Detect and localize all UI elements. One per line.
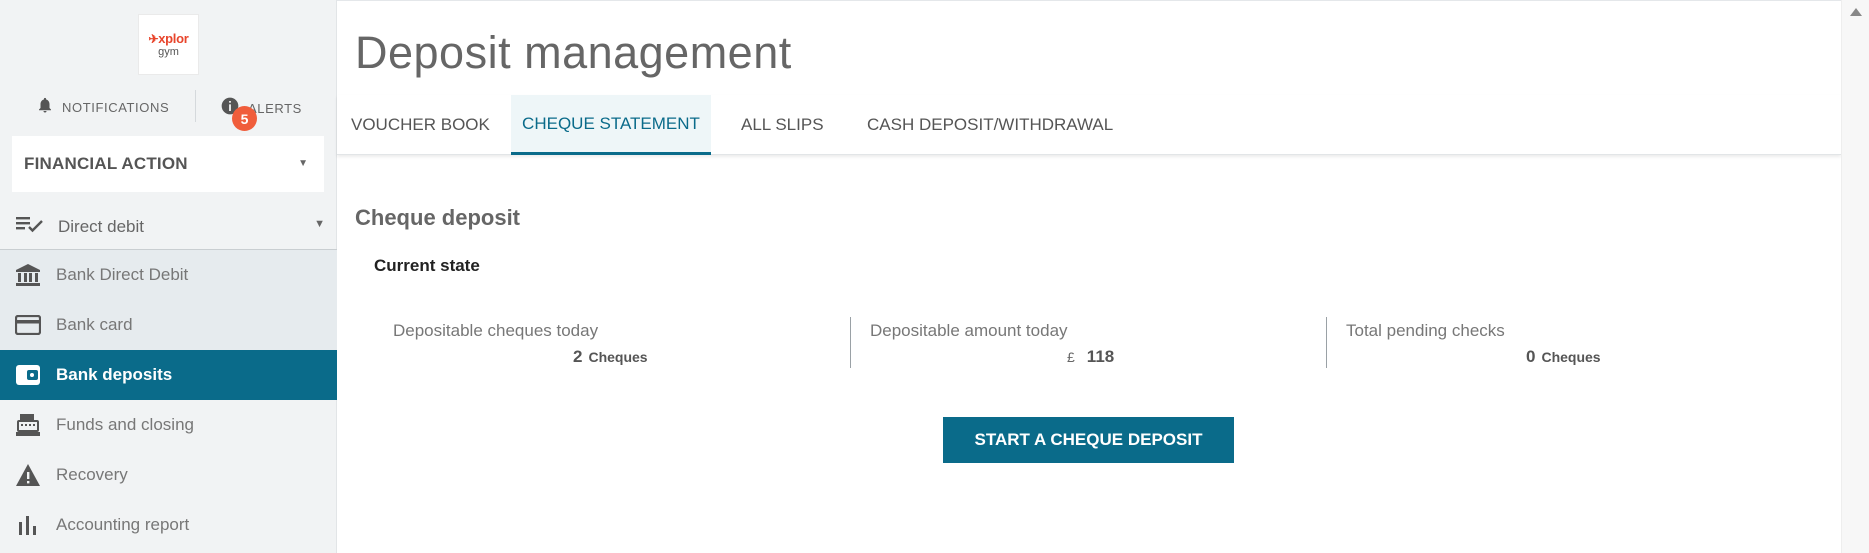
- stat-depositable-cheques: Depositable cheques today 2 Cheques: [393, 319, 833, 369]
- tab-cash-deposit-withdrawal[interactable]: CASH DEPOSIT/WITHDRAWAL: [867, 95, 1113, 155]
- sidebar-item-accounting-report[interactable]: Accounting report: [0, 500, 337, 550]
- notifications-label: NOTIFICATIONS: [62, 100, 170, 115]
- divider: [195, 90, 196, 122]
- divider: [1326, 317, 1327, 368]
- section-title: Cheque deposit: [355, 205, 521, 230]
- logo[interactable]: ✈xplor gym: [138, 14, 199, 75]
- tab-all-slips[interactable]: ALL SLIPS: [741, 95, 824, 155]
- sidebar-item-funds-and-closing[interactable]: Funds and closing: [0, 400, 337, 450]
- cash-register-icon: [14, 411, 42, 439]
- alerts-count-badge: 5: [232, 106, 257, 131]
- start-cheque-deposit-button[interactable]: START A CHEQUE DEPOSIT: [943, 417, 1234, 463]
- section-direct-debit[interactable]: Direct debit ▼: [0, 204, 337, 250]
- stat-total-pending-checks: Total pending checks 0 Cheques: [1346, 319, 1786, 369]
- credit-card-icon: [14, 311, 42, 339]
- bell-icon: [36, 96, 54, 119]
- sidebar-item-recovery[interactable]: Recovery: [0, 450, 337, 500]
- stat-label: Total pending checks: [1346, 321, 1505, 340]
- sidebar-item-bank-direct-debit[interactable]: Bank Direct Debit: [0, 250, 337, 300]
- subsection-title: Current state: [374, 256, 480, 275]
- sidebar-item-label: Funds and closing: [56, 415, 194, 434]
- sidebar-item-label: Bank Direct Debit: [56, 265, 189, 284]
- tab-bar: VOUCHER BOOK CHEQUE STATEMENT ALL SLIPS …: [337, 95, 1841, 155]
- sidebar-item-bank-card[interactable]: Bank card: [0, 300, 337, 350]
- caret-down-icon: ▼: [298, 158, 308, 169]
- sidebar-item-label: Recovery: [56, 465, 128, 484]
- stat-value: 2: [573, 347, 583, 366]
- sidebar-item-label: Bank deposits: [56, 365, 173, 384]
- stat-depositable-amount: Depositable amount today £ 118: [870, 319, 1310, 369]
- logo-sub: gym: [158, 45, 179, 58]
- bank-icon: [14, 261, 42, 289]
- stat-unit: Cheques: [588, 349, 648, 365]
- scrollbar[interactable]: [1841, 0, 1869, 553]
- caret-down-icon: ▼: [314, 218, 325, 230]
- stat-value: 0: [1526, 347, 1536, 366]
- warning-icon: [14, 461, 42, 489]
- bar-chart-icon: [14, 511, 42, 539]
- stat-label: Depositable cheques today: [393, 321, 599, 340]
- section-label: Direct debit: [58, 216, 144, 236]
- sidebar-nav: Bank Direct Debit Bank card Bank deposit…: [0, 250, 337, 550]
- sidebar-item-label: Accounting report: [56, 515, 190, 534]
- financial-action-label: FINANCIAL ACTION: [24, 154, 188, 173]
- currency-symbol: £: [1067, 349, 1075, 365]
- tab-voucher-book[interactable]: VOUCHER BOOK: [351, 95, 490, 155]
- financial-action-select[interactable]: FINANCIAL ACTION ▼: [12, 136, 324, 192]
- scroll-up-icon[interactable]: [1850, 8, 1862, 16]
- main-content: Deposit management VOUCHER BOOK CHEQUE S…: [337, 0, 1841, 553]
- stat-value: 118: [1086, 347, 1115, 366]
- wallet-icon: [14, 361, 42, 389]
- rocket-icon: ✈: [148, 31, 159, 46]
- notifications-button[interactable]: NOTIFICATIONS: [36, 96, 169, 119]
- sidebar-item-bank-deposits[interactable]: Bank deposits: [0, 350, 337, 400]
- tab-cheque-statement[interactable]: CHEQUE STATEMENT: [511, 95, 711, 155]
- notifications-row: NOTIFICATIONS ALERTS: [0, 88, 337, 124]
- divider: [850, 317, 851, 368]
- checklist-icon: [16, 213, 44, 240]
- sidebar-item-label: Bank card: [56, 315, 133, 334]
- logo-brand: xplor: [158, 30, 189, 46]
- stat-label: Depositable amount today: [870, 321, 1068, 340]
- stat-unit: Cheques: [1541, 349, 1601, 365]
- sidebar: ✈xplor gym NOTIFICATIONS ALERTS 5 FINANC…: [0, 0, 337, 553]
- page-title: Deposit management: [355, 27, 792, 78]
